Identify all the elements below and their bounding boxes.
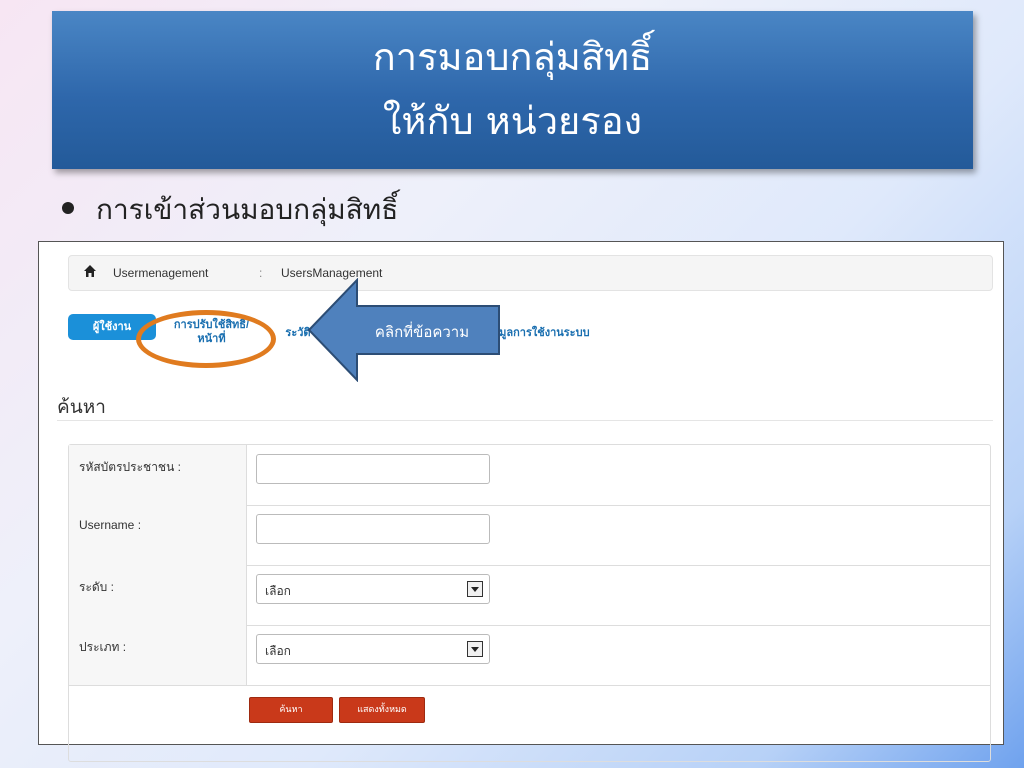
breadcrumb-separator: : xyxy=(259,266,263,280)
highlight-ellipse xyxy=(136,310,276,368)
bullet-dot-icon xyxy=(62,202,74,214)
username-label: Username : xyxy=(79,518,142,532)
slide-title-line1: การมอบกลุ่มสิทธิ์ xyxy=(372,35,653,79)
chevron-down-icon[interactable] xyxy=(467,581,483,597)
breadcrumb: Usermenagement : UsersManagement xyxy=(68,255,993,291)
form-row-id-card: รหัสบัตรประชาชน : xyxy=(69,445,990,506)
breadcrumb-usermenagement[interactable]: Usermenagement xyxy=(113,266,208,280)
search-heading: ค้นหา xyxy=(57,396,106,418)
type-label-cell: ประเภท : xyxy=(69,625,247,685)
id-card-label: รหัสบัตรประชาชน : xyxy=(79,460,181,474)
tab-usage-info[interactable]: ข้อมูลการใช้งานระบบ xyxy=(485,323,625,341)
search-button[interactable]: ค้นหา xyxy=(249,697,333,723)
level-select-value: เลือก xyxy=(265,584,291,598)
slide-title-line2: ให้กับ หน่วยรอง xyxy=(382,99,643,143)
callout-text: คลิกที่ข้อความ xyxy=(374,323,470,341)
level-label: ระดับ : xyxy=(79,580,114,594)
type-label: ประเภท : xyxy=(79,640,127,654)
home-icon[interactable] xyxy=(83,264,97,281)
level-select[interactable]: เลือก xyxy=(256,574,490,604)
search-form: รหัสบัตรประชาชน : Username : ระดับ : เลื… xyxy=(68,444,991,762)
slide-bullet: การเข้าส่วนมอบกลุ่มสิทธิ์ xyxy=(62,188,398,232)
form-row-type: ประเภท : เลือก xyxy=(69,625,990,686)
username-label-cell: Username : xyxy=(69,505,247,565)
chevron-down-icon[interactable] xyxy=(467,641,483,657)
username-input[interactable] xyxy=(256,514,490,544)
slide-title-box: การมอบกลุ่มสิทธิ์ ให้กับ หน่วยรอง xyxy=(52,11,973,169)
show-all-button[interactable]: แสดงทั้งหมด xyxy=(339,697,425,723)
form-row-username: Username : xyxy=(69,505,990,566)
level-label-cell: ระดับ : xyxy=(69,565,247,625)
type-select-value: เลือก xyxy=(265,644,291,658)
screenshot-frame: Usermenagement : UsersManagement ผู้ใช้ง… xyxy=(38,241,1004,762)
form-row-buttons: ค้นหา แสดงทั้งหมด xyxy=(69,685,990,761)
id-card-input[interactable] xyxy=(256,454,490,484)
form-row-level: ระดับ : เลือก xyxy=(69,565,990,626)
bullet-text: การเข้าส่วนมอบกลุ่มสิทธิ์ xyxy=(96,193,399,226)
type-select[interactable]: เลือก xyxy=(256,634,490,664)
search-divider xyxy=(57,420,993,421)
id-card-label-cell: รหัสบัตรประชาชน : xyxy=(69,445,247,505)
